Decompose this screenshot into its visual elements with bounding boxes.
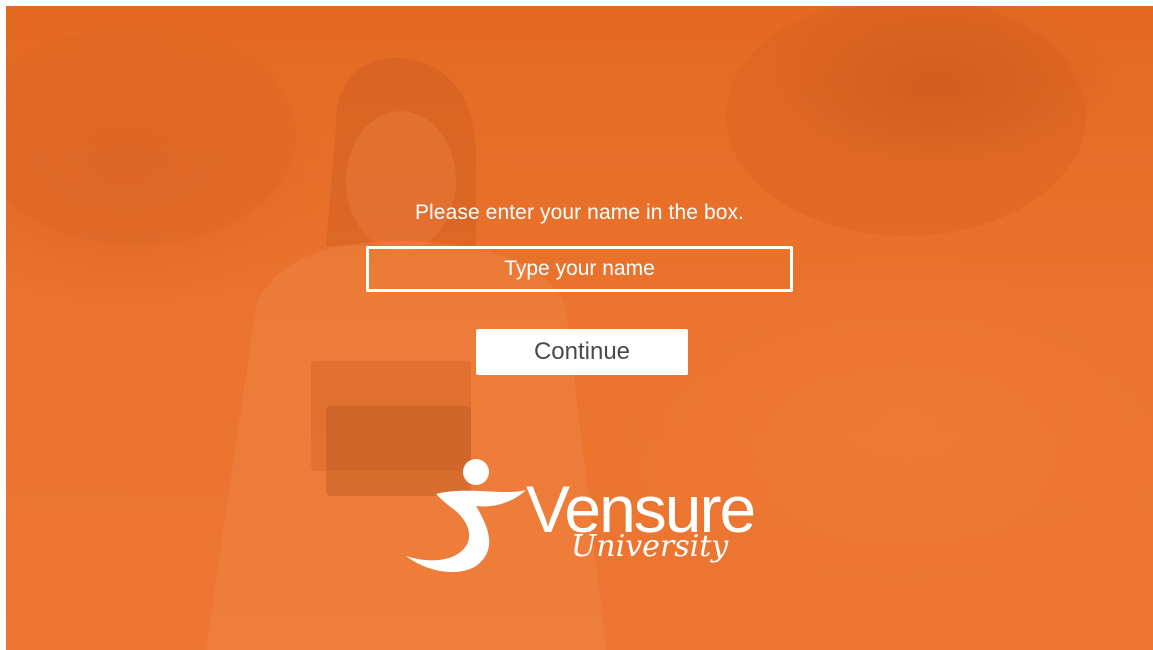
name-input[interactable]: [366, 246, 793, 292]
instruction-text: Please enter your name in the box.: [414, 201, 745, 224]
content: Please enter your name in the box. Conti…: [6, 6, 1153, 650]
vensure-swoosh-icon: [406, 459, 526, 573]
vensure-university-logo: Vensure University: [396, 446, 776, 586]
login-screen: Please enter your name in the box. Conti…: [6, 6, 1153, 650]
logo-subtitle: University: [571, 529, 729, 564]
continue-button[interactable]: Continue: [476, 329, 688, 375]
